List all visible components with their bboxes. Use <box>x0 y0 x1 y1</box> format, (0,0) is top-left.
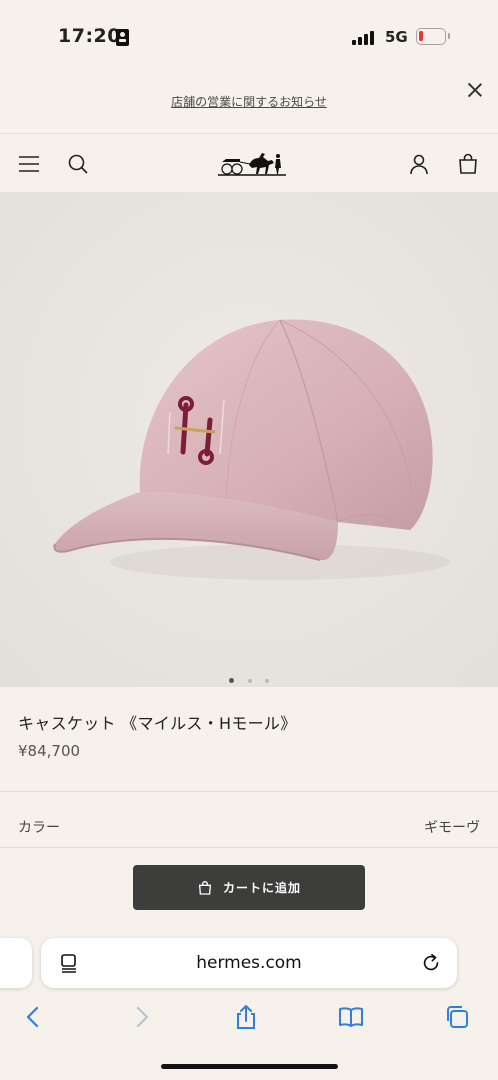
network-type: 5G <box>385 28 408 46</box>
back-icon[interactable] <box>20 1004 46 1030</box>
color-label: カラー <box>18 820 60 836</box>
product-title: キャスケット 《マイルス・Hモール》 <box>18 714 297 733</box>
product-price: ¥84,700 <box>18 742 81 760</box>
account-icon[interactable] <box>407 152 431 176</box>
url-text: hermes.com <box>196 953 302 973</box>
status-time: 17:20 <box>58 25 121 47</box>
tabs-icon[interactable] <box>444 1004 470 1030</box>
search-icon[interactable] <box>66 152 90 176</box>
color-value: ギモーヴ <box>424 820 480 836</box>
product-image-carousel[interactable] <box>0 192 498 687</box>
home-indicator <box>161 1064 338 1069</box>
carousel-dots[interactable] <box>0 670 498 687</box>
id-card-icon <box>116 29 129 46</box>
carousel-dot[interactable] <box>264 678 269 683</box>
store-notice-link[interactable]: 店舗の営業に関するお知らせ <box>0 93 498 110</box>
add-to-cart-label: カートに追加 <box>222 881 301 895</box>
hermes-logo[interactable] <box>216 149 288 177</box>
carousel-dot[interactable] <box>229 678 235 683</box>
close-icon[interactable] <box>466 82 484 100</box>
product-info: キャスケット 《マイルス・Hモール》 ¥84,700 <box>0 687 498 792</box>
battery-icon <box>416 28 450 45</box>
status-bar: 17:20 5G <box>0 0 498 74</box>
safari-toolbar: hermes.com <box>0 928 498 1080</box>
share-icon[interactable] <box>233 1004 259 1030</box>
site-header <box>0 134 498 192</box>
previous-tab-preview[interactable] <box>0 938 32 988</box>
bookmarks-icon[interactable] <box>338 1004 364 1030</box>
notice-bar: 店舗の営業に関するお知らせ <box>0 74 498 134</box>
menu-icon[interactable] <box>17 152 41 176</box>
address-bar[interactable]: hermes.com <box>41 938 457 988</box>
color-selector[interactable]: カラー ギモーヴ <box>0 792 498 848</box>
add-to-cart-button[interactable]: カートに追加 <box>133 865 365 910</box>
carousel-dot[interactable] <box>247 678 252 683</box>
shopping-bag-icon[interactable] <box>456 152 480 176</box>
cap-image <box>0 192 498 687</box>
signal-icon <box>352 31 378 45</box>
forward-icon[interactable] <box>129 1004 155 1030</box>
reload-icon[interactable] <box>420 952 442 974</box>
shopping-bag-icon <box>198 880 212 895</box>
